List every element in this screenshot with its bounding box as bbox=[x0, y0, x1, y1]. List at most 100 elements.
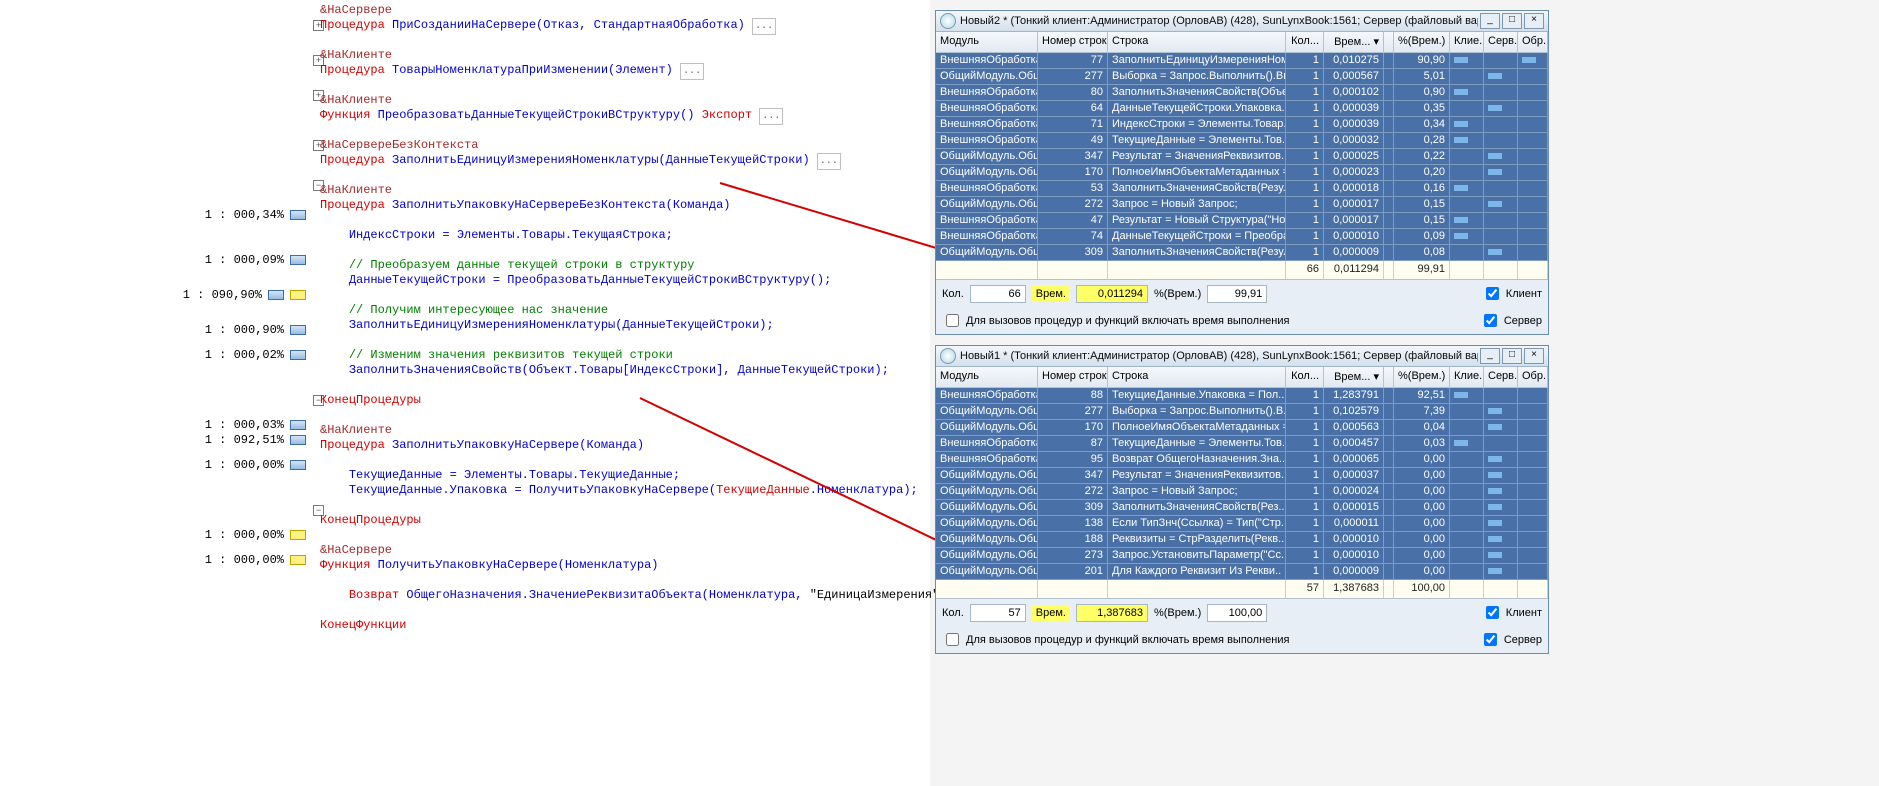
col-count: Кол... bbox=[1286, 32, 1324, 52]
minimize-button[interactable]: _ bbox=[1480, 348, 1500, 364]
grid-row[interactable]: ОбщийМодуль.Общег..138Если ТипЗнч(Ссылка… bbox=[936, 516, 1548, 532]
server-proc-bar-icon bbox=[1522, 57, 1536, 63]
server-bar-icon bbox=[1488, 552, 1502, 558]
client-bar-icon bbox=[1454, 392, 1468, 398]
gutter: 1 : 000,34% 1 : 000,09% 1 : 090,90% 1 : … bbox=[0, 0, 310, 786]
col-server: Серв... bbox=[1484, 367, 1518, 387]
minimize-button[interactable]: _ bbox=[1480, 13, 1500, 29]
count-input[interactable] bbox=[970, 285, 1026, 303]
grid-row[interactable]: ВнешняяОбработка.З..47Результат = Новый … bbox=[936, 213, 1548, 229]
client-checkbox[interactable]: Клиент bbox=[1482, 603, 1542, 622]
grid-row[interactable]: ВнешняяОбработка.З..74ДанныеТекущейСтрок… bbox=[936, 229, 1548, 245]
grid-row[interactable]: ВнешняяОбработка.З..77ЗаполнитьЕдиницуИз… bbox=[936, 53, 1548, 69]
totals-row: 660,01129499,91 bbox=[936, 261, 1548, 279]
grid-row[interactable]: ОбщийМодуль.Общег..170ПолноеИмяОбъектаМе… bbox=[936, 165, 1548, 181]
client-bar-icon bbox=[1454, 217, 1468, 223]
grid-row[interactable]: ОбщийМодуль.Общег..347Результат = Значен… bbox=[936, 149, 1548, 165]
grid-row[interactable]: ОбщийМодуль.Общег..277Выборка = Запрос.В… bbox=[936, 69, 1548, 85]
grid-row[interactable]: ВнешняяОбработка.З..64ДанныеТекущейСтрок… bbox=[936, 101, 1548, 117]
col-server: Серв... bbox=[1484, 32, 1518, 52]
perf-marker: 1 : 090,90% bbox=[0, 288, 310, 303]
server-bar-icon bbox=[1488, 73, 1502, 79]
fold-hint-icon[interactable]: ... bbox=[817, 153, 841, 170]
perf-marker: 1 : 000,00% bbox=[0, 553, 310, 568]
col-time: Врем... ▾ bbox=[1324, 32, 1384, 52]
server-checkbox[interactable]: Сервер bbox=[1480, 311, 1542, 330]
col-line: Номер строки bbox=[1038, 32, 1108, 52]
profiler-panel-2: Новый1 * (Тонкий клиент:Администратор (О… bbox=[935, 345, 1549, 654]
close-button[interactable]: × bbox=[1524, 348, 1544, 364]
include-time-checkbox[interactable]: Для вызовов процедур и функций включать … bbox=[942, 630, 1289, 649]
include-time-checkbox[interactable]: Для вызовов процедур и функций включать … bbox=[942, 311, 1289, 330]
client-bar-icon bbox=[1454, 440, 1468, 446]
col-client: Клие... bbox=[1450, 32, 1484, 52]
server-bar-icon bbox=[1488, 456, 1502, 462]
fold-hint-icon[interactable]: ... bbox=[759, 108, 783, 125]
grid-row[interactable]: ОбщийМодуль.Общег..347Результат = Значен… bbox=[936, 468, 1548, 484]
grid-row[interactable]: ОбщийМодуль.Общег..273Запрос.УстановитьП… bbox=[936, 548, 1548, 564]
grid-row[interactable]: ВнешняяОбработка.З..88ТекущиеДанные.Упак… bbox=[936, 388, 1548, 404]
grid-row[interactable]: ОбщийМодуль.Общег..309ЗаполнитьЗначенияС… bbox=[936, 245, 1548, 261]
client-bar-icon bbox=[1454, 121, 1468, 127]
fold-hint-icon[interactable]: ... bbox=[680, 63, 704, 80]
maximize-button[interactable]: □ bbox=[1502, 348, 1522, 364]
stopwatch-icon bbox=[940, 13, 956, 29]
grid-row[interactable]: ВнешняяОбработка.З..53ЗаполнитьЗначенияС… bbox=[936, 181, 1548, 197]
grid-row[interactable]: ВнешняяОбработка.З..80ЗаполнитьЗначенияС… bbox=[936, 85, 1548, 101]
pct-input[interactable] bbox=[1207, 285, 1267, 303]
sort-desc-icon: ▾ bbox=[1373, 36, 1379, 48]
server-checkbox[interactable]: Сервер bbox=[1480, 630, 1542, 649]
grid-row[interactable]: ВнешняяОбработка.З..87ТекущиеДанные = Эл… bbox=[936, 436, 1548, 452]
titlebar[interactable]: Новый2 * (Тонкий клиент:Администратор (О… bbox=[936, 11, 1548, 32]
server-bar-icon bbox=[1488, 201, 1502, 207]
perf-marker: 1 : 000,03% bbox=[0, 418, 310, 433]
col-string: Строка bbox=[1108, 367, 1286, 387]
col-server-proc: Обр. серве... bbox=[1518, 367, 1548, 387]
perf-marker: 1 : 000,00% bbox=[0, 458, 310, 473]
grid-row[interactable]: ВнешняяОбработка.З..49ТекущиеДанные = Эл… bbox=[936, 133, 1548, 149]
profiler-panel-1: Новый2 * (Тонкий клиент:Администратор (О… bbox=[935, 10, 1549, 335]
server-bar-icon bbox=[1488, 520, 1502, 526]
server-bar-icon bbox=[1488, 568, 1502, 574]
label-count: Кол. bbox=[942, 288, 964, 300]
client-bar-icon bbox=[1454, 89, 1468, 95]
maximize-button[interactable]: □ bbox=[1502, 13, 1522, 29]
label-time: Врем. bbox=[1032, 605, 1070, 621]
fold-hint-icon[interactable]: ... bbox=[752, 18, 776, 35]
titlebar[interactable]: Новый1 * (Тонкий клиент:Администратор (О… bbox=[936, 346, 1548, 367]
time-input[interactable] bbox=[1076, 285, 1148, 303]
grid-header[interactable]: МодульНомер строкиСтрокаКол...Врем... ▾%… bbox=[936, 367, 1548, 388]
grid-body[interactable]: ВнешняяОбработка.З..77ЗаполнитьЕдиницуИз… bbox=[936, 53, 1548, 261]
grid-header[interactable]: МодульНомер строкиСтрокаКол...Врем... ▾%… bbox=[936, 32, 1548, 53]
grid-row[interactable]: ВнешняяОбработка.З..95Возврат ОбщегоНазн… bbox=[936, 452, 1548, 468]
pct-input[interactable] bbox=[1207, 604, 1267, 622]
perf-marker: 1 : 000,09% bbox=[0, 253, 310, 268]
grid-row[interactable]: ОбщийМодуль.Общег..272Запрос = Новый Зап… bbox=[936, 484, 1548, 500]
grid-body[interactable]: ВнешняяОбработка.З..88ТекущиеДанные.Упак… bbox=[936, 388, 1548, 580]
server-bar-icon bbox=[1488, 408, 1502, 414]
col-pct: %(Врем.) bbox=[1394, 32, 1450, 52]
footer-bar: Кол. Врем. %(Врем.) Клиент bbox=[936, 598, 1548, 626]
client-bar-icon bbox=[1454, 137, 1468, 143]
grid-row[interactable]: ОбщийМодуль.Общег..188Реквизиты = СтрРаз… bbox=[936, 532, 1548, 548]
window-title: Новый2 * (Тонкий клиент:Администратор (О… bbox=[960, 15, 1478, 27]
time-input[interactable] bbox=[1076, 604, 1148, 622]
count-input[interactable] bbox=[970, 604, 1026, 622]
grid-row[interactable]: ОбщийМодуль.Общег..272Запрос = Новый Зап… bbox=[936, 197, 1548, 213]
grid-row[interactable]: ОбщийМодуль.Общег..277Выборка = Запрос.В… bbox=[936, 404, 1548, 420]
label-pct: %(Врем.) bbox=[1154, 288, 1201, 300]
server-bar-icon bbox=[1488, 536, 1502, 542]
grid-row[interactable]: ОбщийМодуль.Общег..170ПолноеИмяОбъектаМе… bbox=[936, 420, 1548, 436]
grid-row[interactable]: ОбщийМодуль.Общег..201Для Каждого Реквиз… bbox=[936, 564, 1548, 580]
close-button[interactable]: × bbox=[1524, 13, 1544, 29]
client-checkbox[interactable]: Клиент bbox=[1482, 284, 1542, 303]
source-code[interactable]: &НаСервере Процедура ПриСозданииНаСервер… bbox=[320, 0, 954, 633]
server-bar-icon bbox=[1488, 504, 1502, 510]
grid-row[interactable]: ОбщийМодуль.Общег..309ЗаполнитьЗначенияС… bbox=[936, 500, 1548, 516]
window-title: Новый1 * (Тонкий клиент:Администратор (О… bbox=[960, 350, 1478, 362]
server-bar-icon bbox=[1488, 249, 1502, 255]
perf-marker: 1 : 000,90% bbox=[0, 323, 310, 338]
client-bar-icon bbox=[1454, 57, 1468, 63]
grid-row[interactable]: ВнешняяОбработка.З..71ИндексСтроки = Эле… bbox=[936, 117, 1548, 133]
server-bar-icon bbox=[1488, 488, 1502, 494]
